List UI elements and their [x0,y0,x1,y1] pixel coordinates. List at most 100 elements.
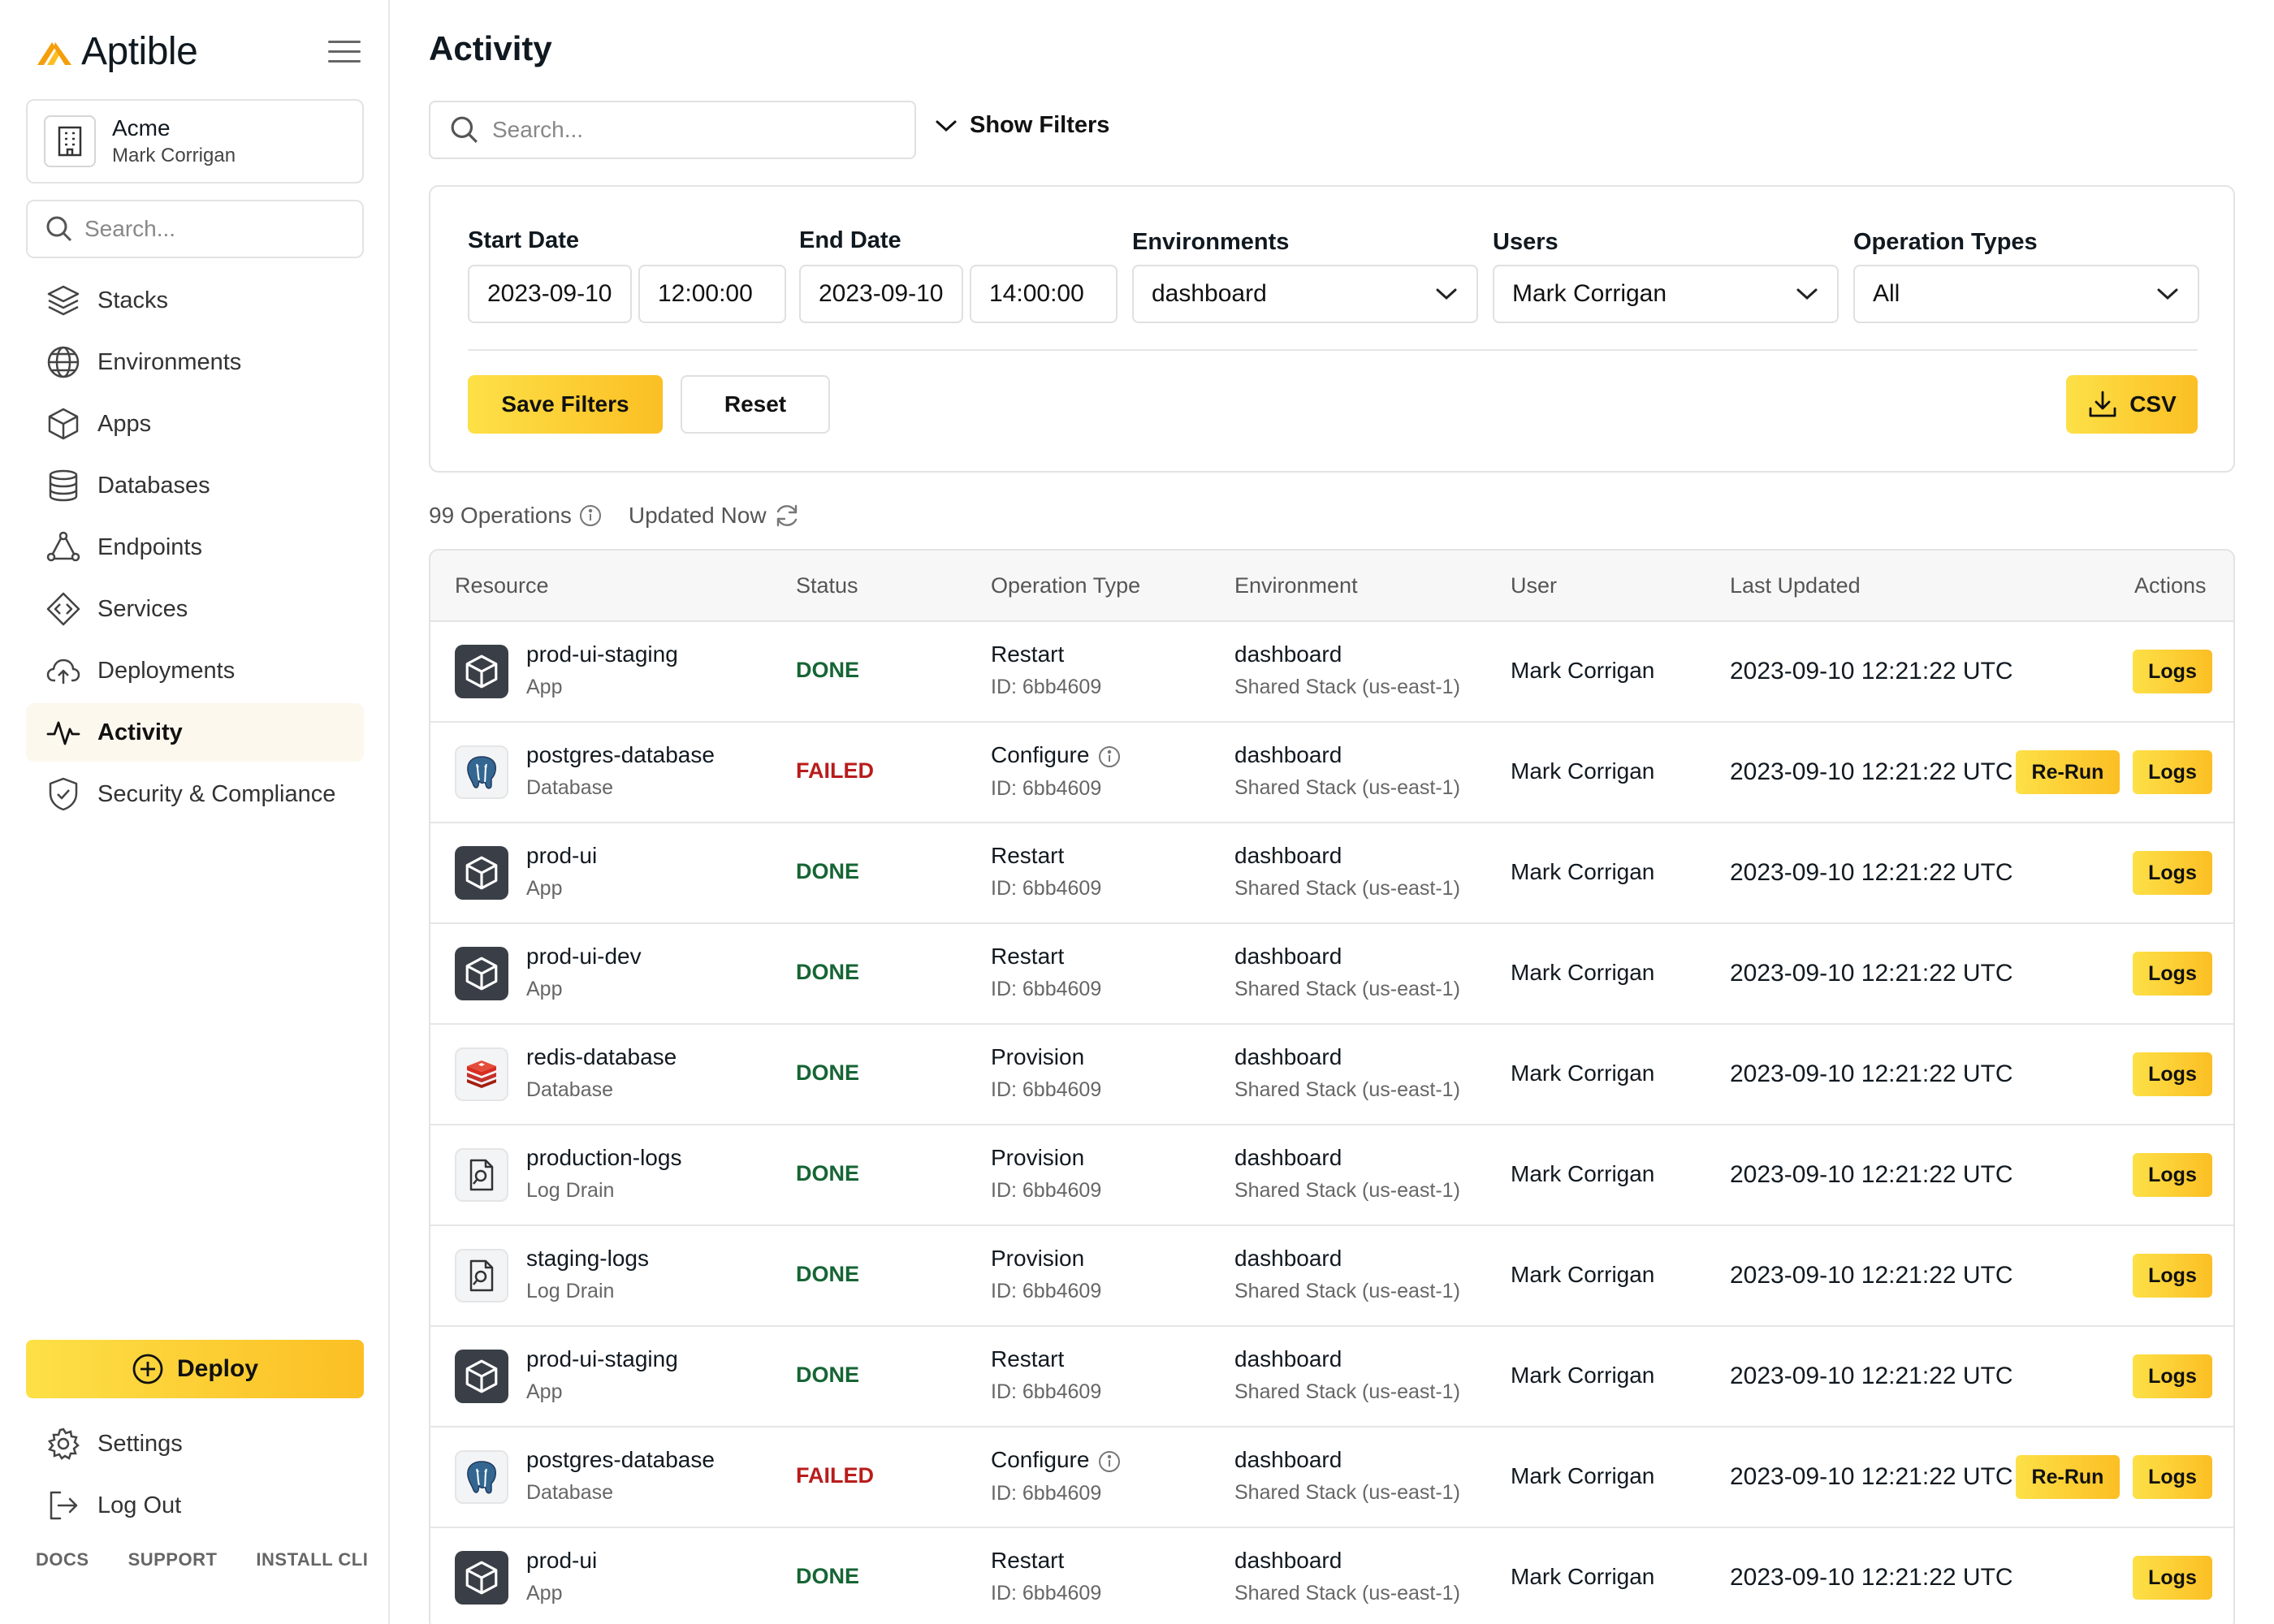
sidebar-item-services[interactable]: Services [26,580,364,638]
users-select[interactable]: Mark Corrigan [1493,265,1839,323]
activity-table: Resource Status Operation Type Environme… [429,549,2235,1624]
sidebar-item-deployments[interactable]: Deployments [26,641,364,700]
operation-id: ID: 6bb4609 [991,1179,1102,1202]
sidebar-nav: Stacks Environments Apps Databases Endpo… [26,271,364,827]
environment-name[interactable]: dashboard [1234,1044,1460,1070]
last-updated: 2023-09-10 12:21:22 UTC [1730,960,2013,987]
sidebar-item-activity[interactable]: Activity [26,703,364,762]
resource-name[interactable]: prod-ui-dev [526,944,642,970]
support-link[interactable]: SUPPORT [128,1549,218,1570]
table-row[interactable]: staging-logs Log Drain DONE Provision ID: 6b… [430,1226,2233,1327]
resource-name[interactable]: redis-database [526,1044,677,1070]
status-badge: FAILED [796,1463,875,1488]
environment-name[interactable]: dashboard [1234,843,1460,869]
table-row[interactable]: postgres-database Database FAILED Configure… [430,723,2233,823]
table-row[interactable]: postgres-database Database FAILED Configure… [430,1427,2233,1528]
table-row[interactable]: prod-ui-dev App DONE Restart ID: 6bb4609 dash… [430,924,2233,1025]
operation-types-select[interactable]: All [1853,265,2199,323]
resource-name[interactable]: prod-ui-staging [526,1346,678,1372]
footer-links: DOCS SUPPORT INSTALL CLI [36,1549,368,1570]
logs-button[interactable]: Logs [2133,851,2212,895]
environment-name[interactable]: dashboard [1234,1548,1460,1574]
operation-type: Provision [991,1145,1085,1170]
logs-button[interactable]: Logs [2133,750,2212,794]
cloud-upload-icon [44,651,83,690]
environment-name[interactable]: dashboard [1234,1447,1460,1473]
logs-button[interactable]: Logs [2133,1556,2212,1600]
operation-type: Provision [991,1246,1085,1271]
table-row[interactable]: prod-ui-staging App DONE Restart ID: 6bb4609… [430,1327,2233,1427]
end-date-input[interactable]: 2023-09-10 [799,265,963,323]
operation-types-label: Operation Types [1853,229,2038,255]
sidebar-item-logout[interactable]: Log Out [26,1475,364,1536]
environment-name[interactable]: dashboard [1234,1246,1460,1272]
sidebar-search-input[interactable]: Search... [26,200,364,258]
csv-export-button[interactable]: CSV [2066,375,2198,434]
col-status: Status [796,573,858,598]
table-row[interactable]: prod-ui-staging App DONE Restart ID: 6bb4609… [430,622,2233,723]
info-icon[interactable] [1097,745,1122,769]
rerun-button[interactable]: Re-Run [2016,1455,2120,1499]
csv-label: CSV [2129,391,2177,417]
resource-name[interactable]: prod-ui-staging [526,641,678,667]
sidebar-item-apps[interactable]: Apps [26,395,364,453]
environment-name[interactable]: dashboard [1234,1346,1460,1372]
operation-id: ID: 6bb4609 [991,676,1102,698]
user-name: Mark Corrigan [1511,960,1655,985]
resource-name[interactable]: staging-logs [526,1246,649,1272]
stack-name: Shared Stack (us-east-1) [1234,877,1460,900]
table-row[interactable]: prod-ui App DONE Restart ID: 6bb4609 dashboar… [430,823,2233,924]
start-time-input[interactable]: 12:00:00 [638,265,786,323]
deploy-button[interactable]: Deploy [26,1340,364,1398]
activity-search-input[interactable]: Search... [429,101,916,159]
operation-type: Configure [991,742,1090,767]
table-row[interactable]: production-logs Log Drain DONE Provision ID:… [430,1125,2233,1226]
docs-link[interactable]: DOCS [36,1549,89,1570]
refresh-icon[interactable] [773,502,801,529]
logs-button[interactable]: Logs [2133,1354,2212,1398]
environment-name[interactable]: dashboard [1234,1145,1460,1171]
info-icon[interactable] [578,503,603,528]
org-switcher[interactable]: Acme Mark Corrigan [26,99,364,184]
resource-name[interactable]: postgres-database [526,1447,715,1473]
show-filters-toggle[interactable]: Show Filters [934,112,1109,139]
sidebar-item-security-compliance[interactable]: Security & Compliance [26,765,364,823]
logs-button[interactable]: Logs [2133,1153,2212,1197]
end-date-label: End Date [799,227,901,253]
logs-button[interactable]: Logs [2133,650,2212,693]
save-filters-button[interactable]: Save Filters [468,375,663,434]
sidebar-item-stacks[interactable]: Stacks [26,271,364,330]
logs-button[interactable]: Logs [2133,952,2212,996]
environment-name[interactable]: dashboard [1234,742,1460,768]
logs-button[interactable]: Logs [2133,1455,2212,1499]
sidebar-item-settings[interactable]: Settings [26,1413,364,1475]
table-row[interactable]: redis-database Database DONE Provision ID: 6… [430,1025,2233,1125]
start-date-input[interactable]: 2023-09-10 [468,265,632,323]
sidebar-bottom-nav: Settings Log Out [26,1413,364,1536]
environments-select[interactable]: dashboard [1132,265,1478,323]
resource-name[interactable]: prod-ui [526,843,597,869]
reset-button[interactable]: Reset [681,375,830,434]
resource-name[interactable]: postgres-database [526,742,715,768]
rerun-button[interactable]: Re-Run [2016,750,2120,794]
sidebar-item-label: Activity [97,719,183,745]
resource-name[interactable]: prod-ui [526,1548,597,1574]
sidebar-item-databases[interactable]: Databases [26,456,364,515]
logs-button[interactable]: Logs [2133,1052,2212,1096]
end-time-input[interactable]: 14:00:00 [970,265,1118,323]
sidebar-item-label: Settings [97,1430,183,1457]
environment-name[interactable]: dashboard [1234,641,1460,667]
sidebar-item-endpoints[interactable]: Endpoints [26,518,364,577]
resource-type: Database [526,1481,614,1504]
table-row[interactable]: prod-ui App DONE Restart ID: 6bb4609 dashboar… [430,1528,2233,1624]
operation-id: ID: 6bb4609 [991,1582,1102,1605]
aptible-logo[interactable]: Aptible [36,29,198,74]
install-cli-link[interactable]: INSTALL CLI [256,1549,368,1570]
info-icon[interactable] [1097,1449,1122,1474]
sidebar-item-environments[interactable]: Environments [26,333,364,391]
resource-name[interactable]: production-logs [526,1145,681,1171]
environment-name[interactable]: dashboard [1234,944,1460,970]
menu-toggle-icon[interactable] [328,41,361,67]
logs-button[interactable]: Logs [2133,1254,2212,1298]
status-badge: DONE [796,658,860,682]
